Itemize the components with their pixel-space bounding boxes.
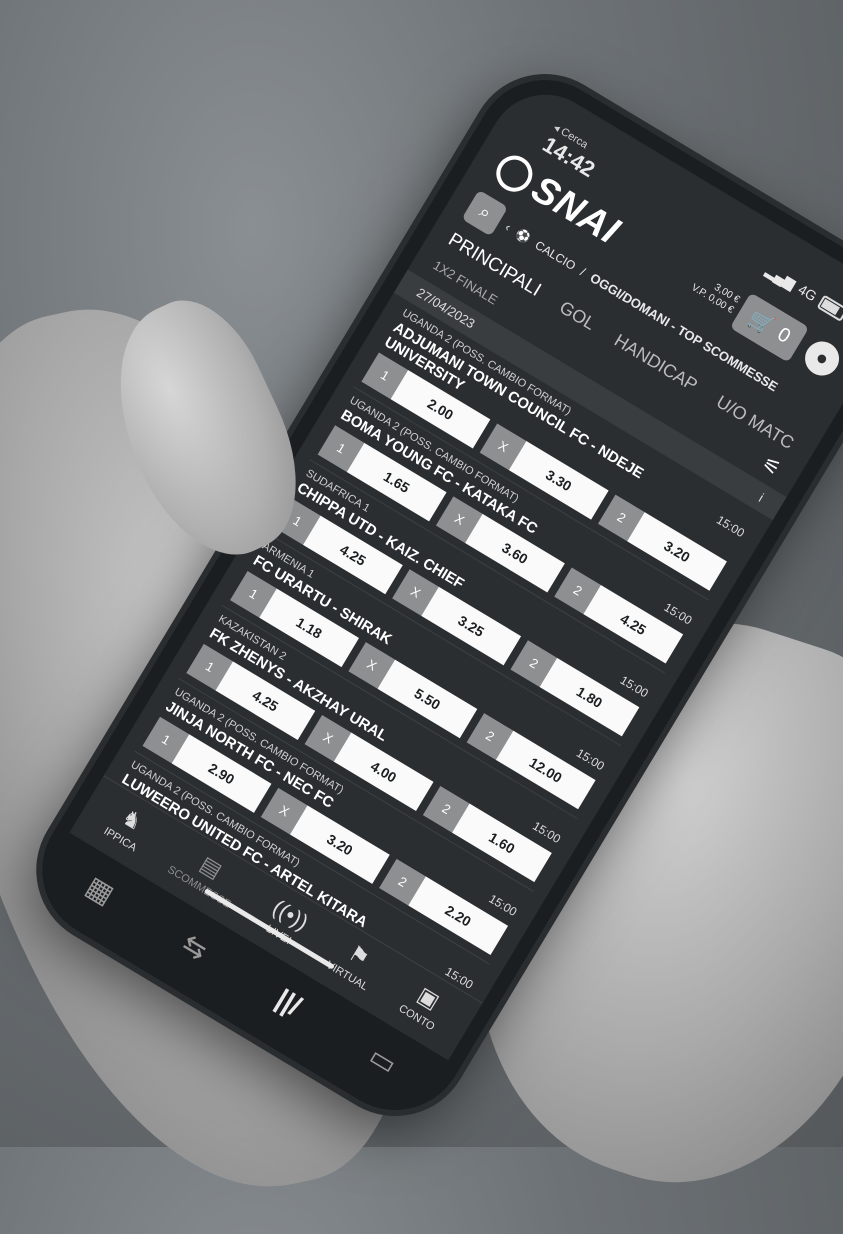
wallet-icon: ▣ (413, 981, 445, 1014)
filter-sliders-icon[interactable]: ⚟ (757, 451, 785, 482)
search-icon: ⌕ (475, 201, 495, 224)
swap-icon[interactable]: ⇆ (177, 926, 214, 966)
breadcrumb-separator: / (577, 264, 589, 279)
info-icon[interactable]: i (756, 490, 766, 504)
apps-grid-icon[interactable]: ▦ (81, 869, 121, 911)
nav-virtual[interactable]: ⚑ VIRTUAL (324, 933, 385, 993)
breadcrumb-sport[interactable]: CALCIO (533, 238, 579, 273)
nav-conto[interactable]: ▣ CONTO (397, 977, 453, 1034)
back-icon[interactable]: ▭ (363, 1039, 403, 1081)
back-chevron-icon[interactable]: ‹ (503, 220, 514, 234)
nav-ippica[interactable]: ♞ IPPICA (102, 800, 155, 854)
horse-icon: ♞ (117, 803, 148, 836)
wallet-summary[interactable]: 3,00 € V.P. 0,00 € (689, 272, 741, 317)
user-icon: ● (811, 345, 834, 371)
signal-icon: ▂▄▆ (763, 261, 799, 292)
battery-icon (816, 294, 843, 322)
soccer-ball-icon: ⚽ (513, 225, 534, 246)
ticket-icon: ▤ (195, 851, 227, 884)
cart-icon: 🛒 (744, 306, 778, 339)
home-icon[interactable]: ||/ (270, 983, 307, 1023)
user-avatar-button[interactable]: ● (798, 335, 843, 383)
flag-icon: ⚑ (344, 940, 374, 972)
network-label: 4G (795, 281, 820, 305)
cart-count: 0 (773, 323, 795, 348)
